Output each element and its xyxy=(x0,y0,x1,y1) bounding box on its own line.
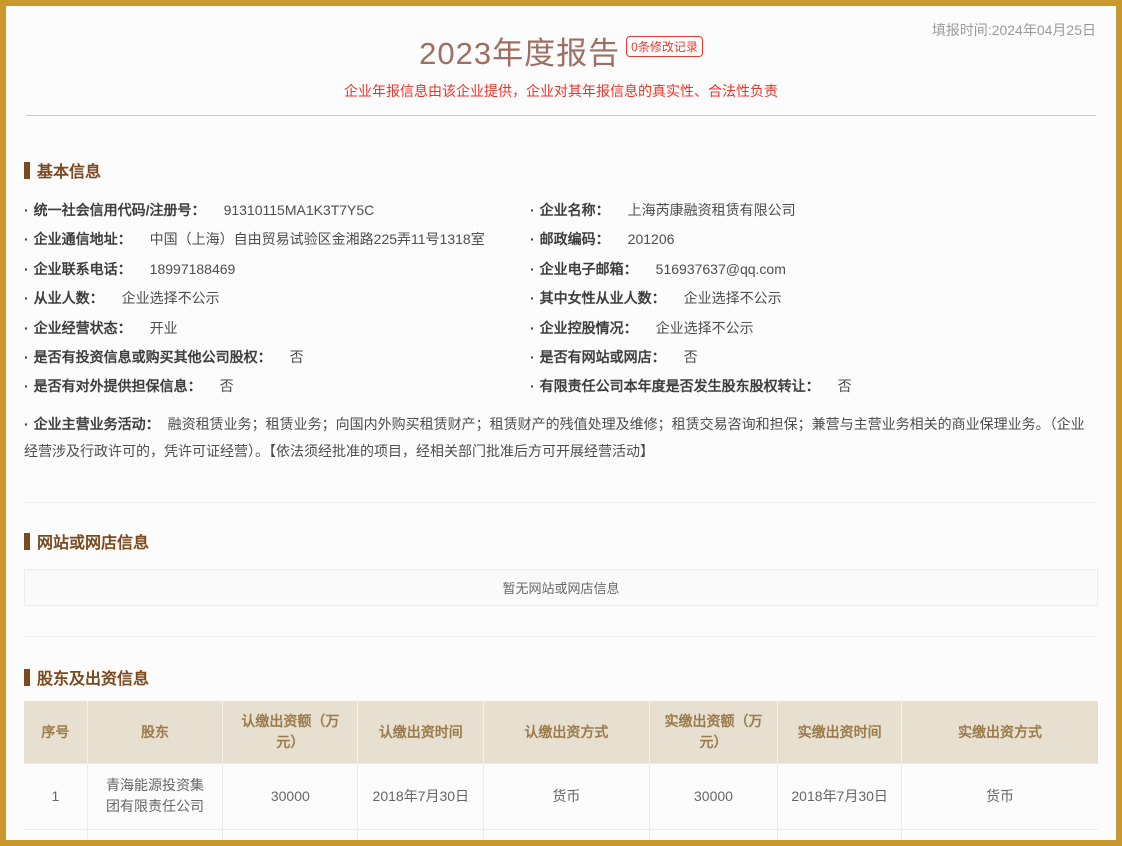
field-credit-code: 统一社会信用代码/注册号： 91310115MA1K3T7Y5C xyxy=(24,196,530,225)
disclaimer-text: 企业年报信息由该企业提供，企业对其年报信息的真实性、合法性负责 xyxy=(6,81,1116,101)
field-value: 企业选择不公示 xyxy=(656,320,754,336)
section-marker xyxy=(24,669,30,686)
field-value: 融资租赁业务；租赁业务；向国内外购买租赁财产；租赁财产的残值处理及维修；租赁交易… xyxy=(24,416,1085,459)
field-label: 企业电子邮箱： xyxy=(530,261,638,277)
col-paid-date: 实缴出资时间 xyxy=(778,701,902,763)
cell-subscribed-amount: 30000 xyxy=(223,763,358,829)
section-marker xyxy=(24,533,30,550)
field-investment-info: 是否有投资信息或购买其他公司股权： 否 xyxy=(24,343,530,372)
table-row: 1 青海能源投资集团有限责任公司 30000 2018年7月30日 货币 300… xyxy=(24,763,1098,829)
field-holding-status: 企业控股情况： 企业选择不公示 xyxy=(530,314,1098,343)
section-title-shareholders: 股东及出资信息 xyxy=(24,665,1098,689)
field-value: 516937637@qq.com xyxy=(656,261,786,277)
website-empty-text: 暂无网站或网店信息 xyxy=(502,578,619,597)
field-value: 18997188469 xyxy=(150,261,236,277)
col-subscribed-method: 认缴出资方式 xyxy=(484,701,649,763)
col-subscribed-date: 认缴出资时间 xyxy=(358,701,484,763)
field-label: 是否有投资信息或购买其他公司股权： xyxy=(24,349,272,365)
website-empty-box: 暂无网站或网店信息 xyxy=(24,569,1098,606)
field-label: 有限责任公司本年度是否发生股东股权转让： xyxy=(530,378,820,394)
section-title-basic: 基本信息 xyxy=(24,158,1098,182)
cell-subscribed-date: 2018年7月30日 xyxy=(358,829,484,846)
cell-paid-date xyxy=(778,829,902,846)
field-label: 是否有对外提供担保信息： xyxy=(24,378,202,394)
cell-paid-amount: 30000 xyxy=(649,763,778,829)
cell-paid-method: 货币 xyxy=(901,763,1098,829)
section-divider xyxy=(24,636,1098,637)
field-has-website: 是否有网站或网店： 否 xyxy=(530,343,1098,372)
cell-paid-date: 2018年7月30日 xyxy=(778,763,902,829)
field-phone: 企业联系电话： 18997188469 xyxy=(24,255,530,284)
cell-index: 2 xyxy=(24,829,87,846)
col-paid-amount: 实缴出资额（万元） xyxy=(649,701,778,763)
field-address: 企业通信地址： 中国（上海）自由贸易试验区金湘路225弄11号1318室 xyxy=(24,225,530,254)
section-shareholders: 股东及出资信息 序号 股东 认缴出资额（万元） 认缴出资时间 认缴出资方式 实缴… xyxy=(6,665,1116,846)
field-value: 上海芮康融资租赁有限公司 xyxy=(628,202,796,218)
modification-records-badge[interactable]: 0条修改记录 xyxy=(626,36,703,57)
col-index: 序号 xyxy=(24,701,87,763)
field-business-status: 企业经营状态： 开业 xyxy=(24,314,530,343)
field-label: 邮政编码： xyxy=(530,231,610,247)
field-value: 91310115MA1K3T7Y5C xyxy=(224,202,375,218)
field-value: 企业选择不公示 xyxy=(684,290,782,306)
cell-paid-amount: 0 xyxy=(649,829,778,846)
field-label: 其中女性从业人数： xyxy=(530,290,666,306)
field-label: 统一社会信用代码/注册号： xyxy=(24,202,206,218)
section-title-website-label: 网站或网店信息 xyxy=(37,529,149,553)
field-label: 是否有网站或网店： xyxy=(530,349,666,365)
field-value: 201206 xyxy=(628,231,675,247)
field-guarantee-info: 是否有对外提供担保信息： 否 xyxy=(24,372,530,401)
field-value: 否 xyxy=(220,378,234,394)
fill-time-label: 填报时间:2024年04月25日 xyxy=(932,20,1096,40)
field-label: 企业联系电话： xyxy=(24,261,132,277)
cell-subscribed-date: 2018年7月30日 xyxy=(358,763,484,829)
header-divider xyxy=(26,115,1096,116)
section-divider xyxy=(24,502,1098,503)
table-row: 2 香港瑞盛德贸易有限公司 10000 2018年7月30日 货币 0 其他 xyxy=(24,829,1098,846)
field-employees: 从业人数： 企业选择不公示 xyxy=(24,284,530,313)
cell-subscribed-amount: 10000 xyxy=(223,829,358,846)
cell-paid-method: 其他 xyxy=(901,829,1098,846)
section-basic-info: 基本信息 统一社会信用代码/注册号： 91310115MA1K3T7Y5C 企业名… xyxy=(6,158,1116,472)
page-title: 2023年度报告 xyxy=(419,36,620,71)
section-title-website: 网站或网店信息 xyxy=(24,529,1098,553)
field-label: 从业人数： xyxy=(24,290,104,306)
cell-subscribed-method: 货币 xyxy=(484,763,649,829)
field-value: 中国（上海）自由贸易试验区金湘路225弄11号1318室 xyxy=(150,231,485,247)
table-header-row: 序号 股东 认缴出资额（万元） 认缴出资时间 认缴出资方式 实缴出资额（万元） … xyxy=(24,701,1098,763)
cell-index: 1 xyxy=(24,763,87,829)
section-title-shareholders-label: 股东及出资信息 xyxy=(37,665,149,689)
section-title-basic-label: 基本信息 xyxy=(37,158,101,182)
field-value: 否 xyxy=(290,349,304,365)
annual-report-page: 填报时间:2024年04月25日 2023年度报告 0条修改记录 企业年报信息由该… xyxy=(0,0,1122,846)
field-value: 企业选择不公示 xyxy=(122,290,220,306)
field-label: 企业通信地址： xyxy=(24,231,132,247)
col-subscribed-amount: 认缴出资额（万元） xyxy=(223,701,358,763)
col-paid-method: 实缴出资方式 xyxy=(901,701,1098,763)
field-female-employees: 其中女性从业人数： 企业选择不公示 xyxy=(530,284,1098,313)
basic-info-fields: 统一社会信用代码/注册号： 91310115MA1K3T7Y5C 企业名称： 上海芮… xyxy=(24,196,1098,472)
field-equity-transfer: 有限责任公司本年度是否发生股东股权转让： 否 xyxy=(530,372,1098,401)
field-value: 否 xyxy=(838,378,852,394)
col-shareholder: 股东 xyxy=(87,701,222,763)
field-label: 企业控股情况： xyxy=(530,320,638,336)
cell-shareholder: 香港瑞盛德贸易有限公司 xyxy=(87,829,222,846)
shareholders-table: 序号 股东 认缴出资额（万元） 认缴出资时间 认缴出资方式 实缴出资额（万元） … xyxy=(24,701,1098,846)
field-main-business: 企业主营业务活动：融资租赁业务；租赁业务；向国内外购买租赁财产；租赁财产的残值处… xyxy=(24,402,1098,473)
report-header: 填报时间:2024年04月25日 2023年度报告 0条修改记录 企业年报信息由该… xyxy=(6,6,1116,116)
cell-subscribed-method: 货币 xyxy=(484,829,649,846)
field-label: 企业经营状态： xyxy=(24,320,132,336)
field-label: 企业名称： xyxy=(530,202,610,218)
field-label: 企业主营业务活动： xyxy=(24,416,160,432)
section-marker xyxy=(24,162,30,179)
field-postcode: 邮政编码： 201206 xyxy=(530,225,1098,254)
field-email: 企业电子邮箱： 516937637@qq.com xyxy=(530,255,1098,284)
cell-shareholder: 青海能源投资集团有限责任公司 xyxy=(87,763,222,829)
section-website-info: 网站或网店信息 暂无网站或网店信息 xyxy=(6,529,1116,606)
field-value: 否 xyxy=(684,349,698,365)
field-value: 开业 xyxy=(150,320,178,336)
field-company-name: 企业名称： 上海芮康融资租赁有限公司 xyxy=(530,196,1098,225)
